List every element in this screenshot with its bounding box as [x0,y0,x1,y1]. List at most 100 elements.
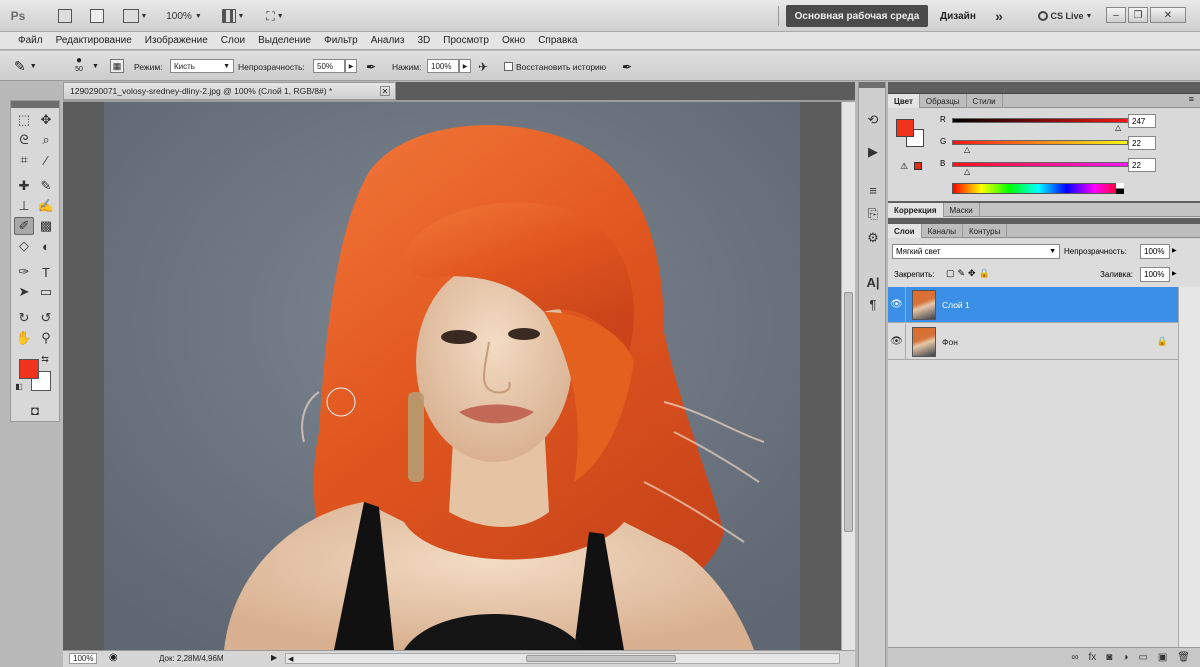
b-slider-handle-icon[interactable]: △ [964,167,970,176]
menu-edit[interactable]: Редактирование [56,35,132,46]
menu-3d[interactable]: 3D [417,35,430,46]
eraser-tool-icon[interactable]: ◇ [14,237,34,255]
menu-view[interactable]: Просмотр [443,35,489,46]
layer-opacity-arrow[interactable]: ▶ [1172,247,1177,254]
panel-menu-icon[interactable]: ≡ [1189,94,1194,107]
restore-history-option[interactable]: Восстановить историю [504,59,606,74]
layer-style-icon[interactable]: fx [1089,652,1097,663]
r-value-field[interactable]: 247 [1128,114,1156,128]
tablet-opacity-icon[interactable]: ✒ [366,59,376,74]
visibility-eye-icon[interactable]: 👁 [888,323,906,360]
gradient-tool-icon[interactable]: ▩ [36,217,56,235]
r-slider-handle-icon[interactable]: △ [1115,123,1121,132]
brush-tool-icon[interactable]: ✎ [36,177,56,195]
menu-image[interactable]: Изображение [145,35,208,46]
close-document-icon[interactable]: ✕ [380,86,390,96]
layers-scrollbar[interactable] [1178,287,1200,647]
menu-file[interactable]: Файл [18,35,43,46]
move-tool-icon[interactable]: ✥ [36,111,56,129]
vertical-scroll-thumb[interactable] [844,292,853,532]
lasso-tool-icon[interactable]: ᘓ [14,131,34,149]
shape-tool-icon[interactable]: ▭ [36,283,56,301]
bridge-icon[interactable] [56,6,74,26]
tool-presets-icon[interactable]: ⚙ [864,230,882,246]
status-info-icon[interactable]: ◉ [109,652,118,663]
workspace-design-button[interactable]: Дизайн [940,5,976,27]
brush-panel-toggle-icon[interactable]: ▦ [110,59,124,73]
delete-layer-icon[interactable]: 🗑 [1177,652,1190,663]
quick-selection-tool-icon[interactable]: ⌕ [36,131,56,149]
character-panel-icon[interactable]: A| [864,274,882,290]
pressure-dropdown-arrow[interactable]: ▶ [459,59,471,73]
b-value-field[interactable]: 22 [1128,158,1156,172]
new-layer-icon[interactable]: ▣ [1158,652,1167,663]
tab-color[interactable]: Цвет [888,94,920,108]
fill-arrow[interactable]: ▶ [1172,270,1177,277]
tab-masks[interactable]: Маски [944,203,980,217]
tab-layers[interactable]: Слои [888,224,922,238]
crop-tool-icon[interactable]: ⌗ [14,151,34,169]
g-value-field[interactable]: 22 [1128,136,1156,150]
brush-presets-icon[interactable]: ≡ [864,182,882,198]
color-panel-foreground-swatch[interactable] [896,119,914,137]
history-panel-icon[interactable]: ⟲ [864,112,882,128]
menu-help[interactable]: Справка [538,35,577,46]
layer-row-background[interactable]: 👁 Фон 🔒 [888,323,1178,360]
foreground-color-swatch-top[interactable] [19,359,39,379]
3d-rotate-tool-icon[interactable]: ↻ [14,309,34,327]
type-tool-icon[interactable]: T [36,263,56,281]
actions-panel-icon[interactable]: ▶ [864,144,882,160]
close-button[interactable]: ✕ [1150,7,1186,23]
art-history-brush-icon[interactable]: ✍ [36,197,56,215]
menu-filter[interactable]: Фильтр [324,35,358,46]
opacity-field[interactable]: 50% [313,59,345,73]
tab-channels[interactable]: Каналы [922,224,963,238]
menu-layer[interactable]: Слои [221,35,245,46]
clone-stamp-tool-icon[interactable]: ⊥ [14,197,34,215]
history-brush-tool-icon[interactable]: ✐ [14,217,34,235]
b-slider[interactable] [952,162,1128,167]
fill-field[interactable]: 100% [1140,267,1170,282]
airbrush-icon[interactable]: ✈ [478,59,488,74]
visibility-eye-icon[interactable]: 👁 [888,286,906,323]
color-ramp-bw[interactable] [1116,183,1124,194]
paragraph-panel-icon[interactable]: ¶ [864,296,882,312]
layer-name[interactable]: Фон [942,337,958,347]
lock-icons[interactable]: ▢✎✥🔒 [946,268,993,279]
pressure-field[interactable]: 100% [427,59,459,73]
cs-live-button[interactable]: CS Live ▼ [1030,6,1100,26]
minimize-button[interactable]: – [1106,7,1126,23]
brush-size-picker[interactable]: ● 50 [68,55,90,77]
menu-select[interactable]: Выделение [258,35,311,46]
default-colors-icon[interactable]: ◧ [14,381,24,391]
adjustment-layer-icon[interactable]: ◑ [1122,652,1128,663]
gamut-color-swatch[interactable] [914,162,922,170]
new-group-icon[interactable]: ▭ [1138,652,1147,663]
zoom-tool-icon[interactable]: ⚲ [36,329,56,347]
g-slider[interactable] [952,140,1128,145]
tab-paths[interactable]: Контуры [963,224,1008,238]
document-tab[interactable]: 1290290071_volosy-sredney-dliny-2.jpg @ … [63,82,396,100]
layer-row-layer1[interactable]: 👁 Слой 1 [888,286,1178,323]
layer-name[interactable]: Слой 1 [942,300,970,310]
marquee-tool-icon[interactable]: ⬚ [14,111,34,129]
menu-analysis[interactable]: Анализ [371,35,405,46]
image-canvas[interactable] [104,102,800,650]
status-menu-arrow[interactable]: ▶ [271,653,277,662]
status-zoom-field[interactable]: 100% [69,653,98,664]
pen-tool-icon[interactable]: ✑ [14,263,34,281]
mode-dropdown[interactable]: Кисть ▼ [170,59,234,73]
menu-window[interactable]: Окно [502,35,525,46]
blend-mode-dropdown[interactable]: Мягкий свет ▼ [892,244,1060,259]
tablet-size-icon[interactable]: ✒ [622,59,632,74]
swap-colors-icon[interactable]: ⇆ [39,353,51,365]
quick-mask-icon[interactable]: ◘ [25,401,45,419]
zoom-level-dropdown[interactable]: 100% ▼ [162,6,206,26]
restore-history-checkbox[interactable] [504,62,513,71]
dodge-tool-icon[interactable]: ◐ [36,237,56,255]
screen-mode-icon[interactable]: ⛶ ▼ [260,6,290,26]
horizontal-scroll-thumb[interactable] [526,655,676,662]
gamut-warning-icon[interactable]: ⚠ [900,161,908,172]
g-slider-handle-icon[interactable]: △ [964,145,970,154]
hand-tool-icon[interactable]: ✋ [14,329,34,347]
